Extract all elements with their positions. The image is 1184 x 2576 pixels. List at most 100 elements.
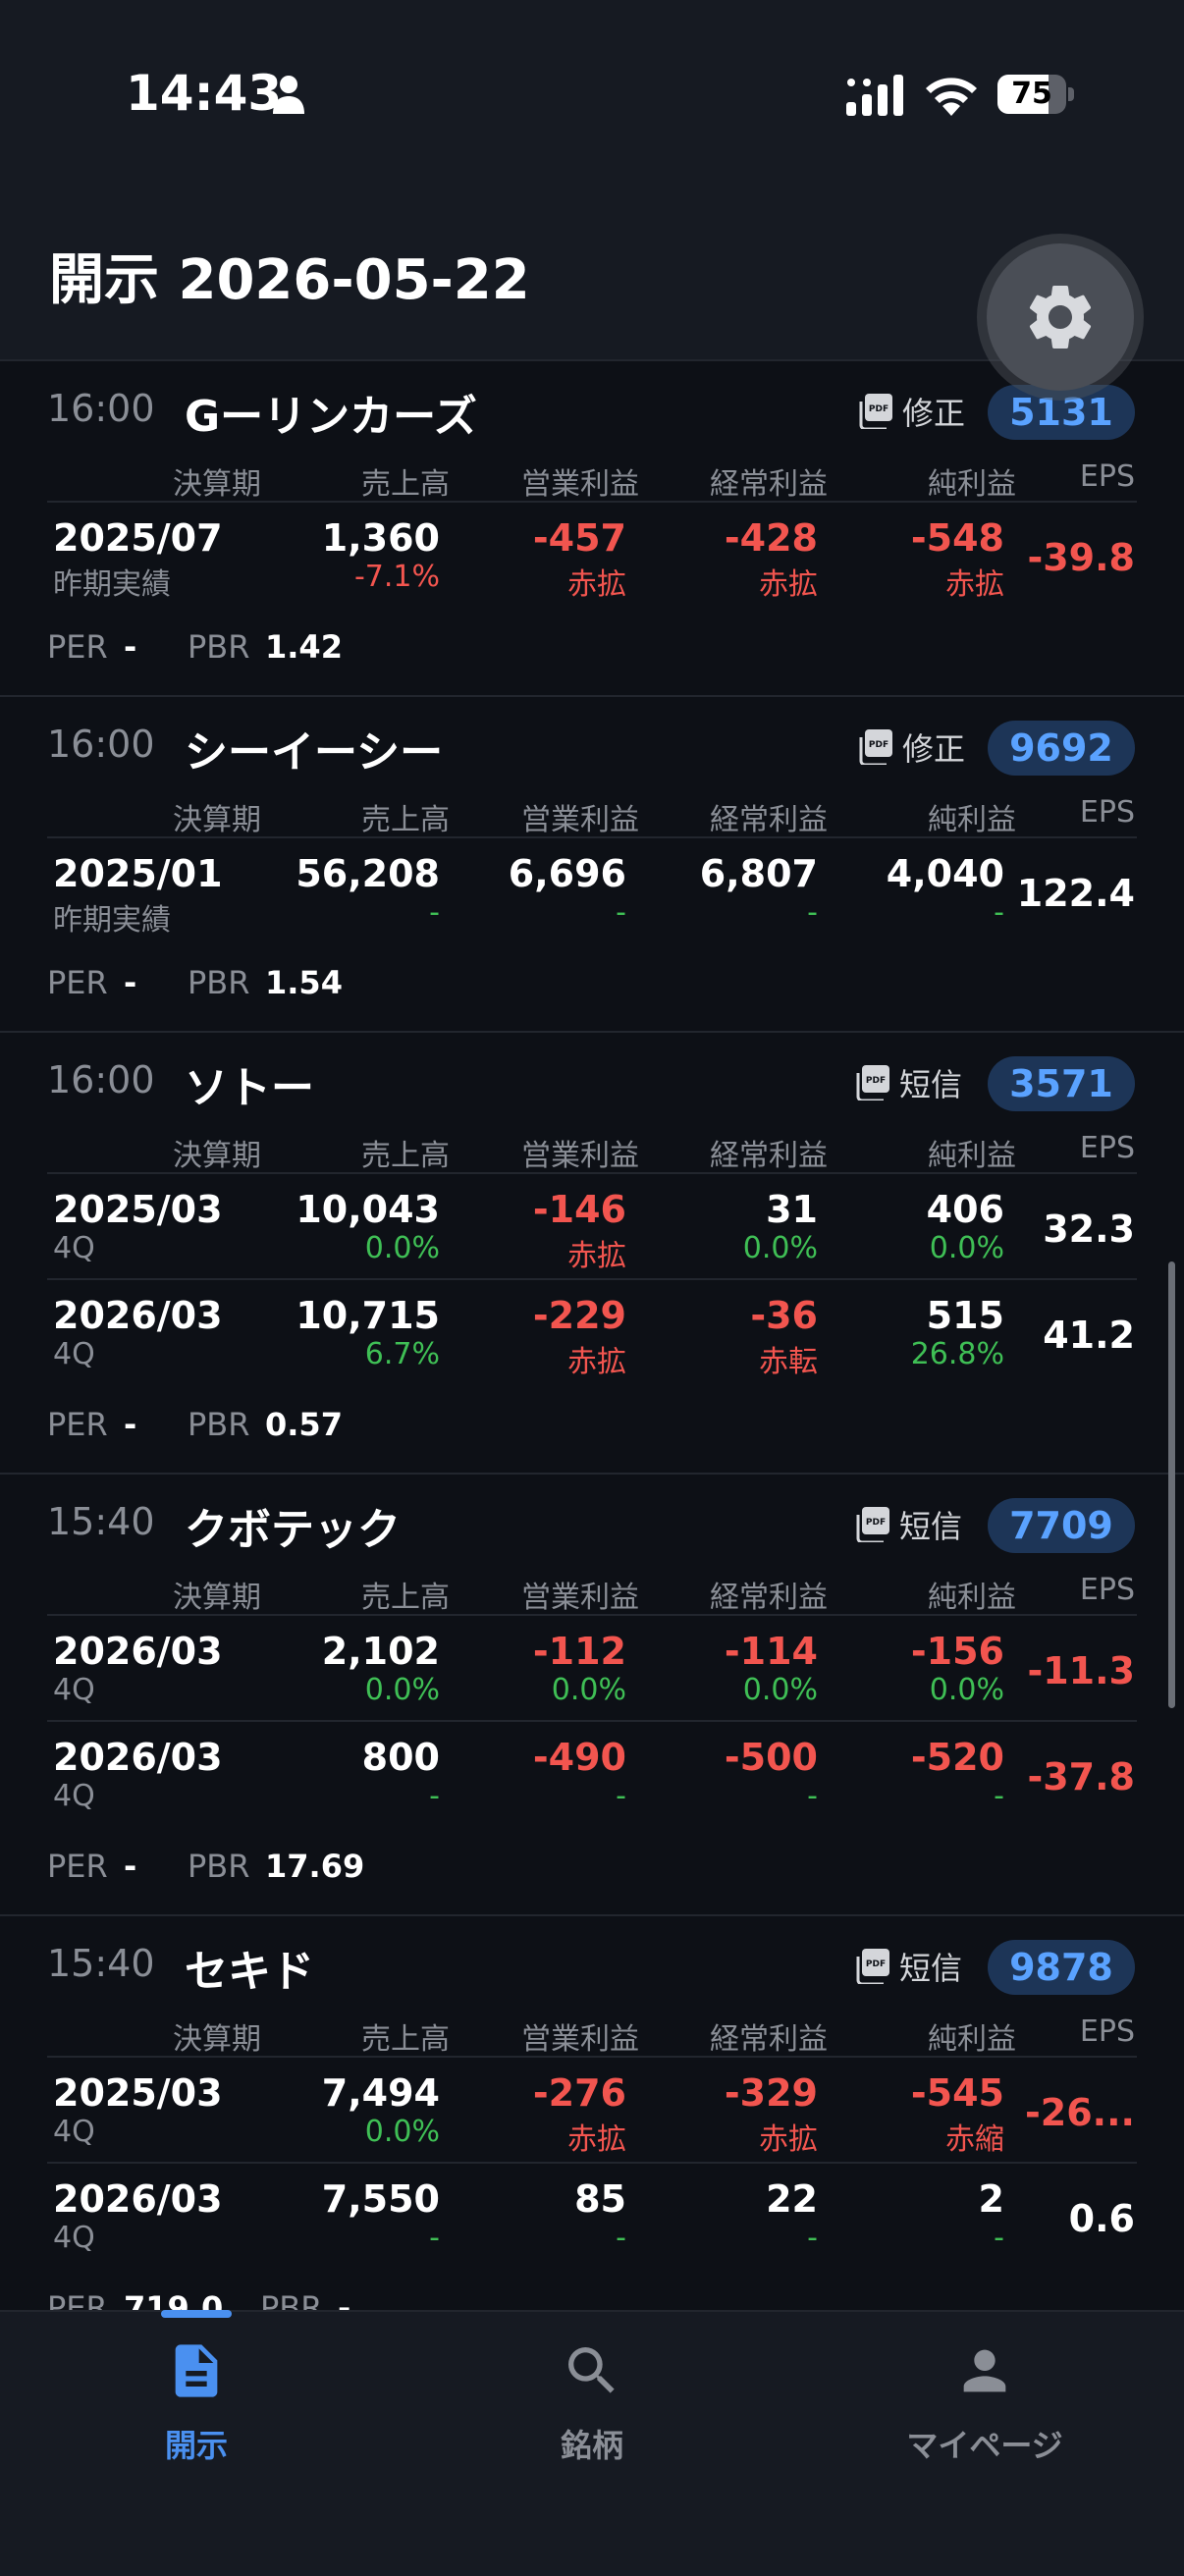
period-type: 4Q xyxy=(53,1337,95,1371)
sales-value: 7,550 xyxy=(321,2177,440,2221)
tab-mypage[interactable]: マイページ xyxy=(837,2336,1132,2464)
column-headers: 決算期 売上高 営業利益 経常利益 純利益 EPS xyxy=(47,795,1137,838)
disclosure-card[interactable]: 16:00 Gーリンカーズ PDF 修正 5131 決算期 売上高 営業利益 経常利益 純利益 EP… xyxy=(0,361,1184,697)
period-type: 4Q xyxy=(53,1231,95,1265)
period-type: 4Q xyxy=(53,2115,95,2149)
svg-text:PDF: PDF xyxy=(869,740,888,750)
net-value: 2 xyxy=(978,2177,1004,2221)
pdf-icon: PDF xyxy=(856,1507,889,1542)
column-header: 売上高 xyxy=(361,467,450,502)
net-change: - xyxy=(994,1779,1004,1813)
tab-stocks[interactable]: 銘柄 xyxy=(445,2336,739,2464)
company-name: ソトー xyxy=(185,1063,314,1113)
op-change: 0.0% xyxy=(551,1673,626,1707)
sales-value: 7,494 xyxy=(321,2071,440,2115)
document-link[interactable]: PDF 修正 xyxy=(859,389,965,434)
document-link[interactable]: PDF 短信 xyxy=(856,1944,962,1989)
svg-text:PDF: PDF xyxy=(866,1959,886,1969)
net-value: 515 xyxy=(926,1294,1004,1337)
person-icon xyxy=(963,2349,1006,2392)
card-header: 16:00 シーイーシー PDF 修正 9692 xyxy=(0,697,1184,795)
eps-value: 0.6 xyxy=(1068,2197,1135,2240)
tab-label: マイページ xyxy=(906,2427,1063,2464)
card-header: 15:40 セキド PDF 短信 9878 xyxy=(0,1916,1184,2014)
disclosure-card[interactable]: 15:40 セキド PDF 短信 9878 決算期 売上高 営業利益 経常利益 純利益 EPS 202… xyxy=(0,1916,1184,2310)
column-header: 経常利益 xyxy=(710,1581,828,1615)
financial-row: 2026/03 4Q 7,550-85-22-2-0.6 xyxy=(47,2164,1137,2268)
gear-icon xyxy=(1029,286,1092,349)
column-header: 売上高 xyxy=(361,2022,450,2057)
ord-change: - xyxy=(807,895,818,930)
document-link[interactable]: PDF 短信 xyxy=(856,1502,962,1547)
net-value: -548 xyxy=(910,516,1004,560)
valuation-metrics: PER 719.0 PBR - xyxy=(47,2268,1137,2310)
period-type: 4Q xyxy=(53,1673,95,1707)
op-change: - xyxy=(616,895,626,930)
per-value: - xyxy=(124,964,137,1001)
ord-change: 赤拡 xyxy=(759,2122,818,2157)
ord-change: 赤拡 xyxy=(759,567,818,602)
search-icon xyxy=(568,2347,615,2393)
valuation-metrics: PER - PBR 17.69 xyxy=(47,1826,1137,1914)
fiscal-period: 2026/03 xyxy=(53,1630,223,1673)
financial-row: 2025/01 昨期実績 56,208-6,696-6,807-4,040-122.… xyxy=(47,838,1137,942)
stock-code-badge[interactable]: 7709 xyxy=(988,1498,1135,1553)
stock-code-badge[interactable]: 5131 xyxy=(988,385,1135,440)
disclosure-list[interactable]: 16:00 Gーリンカーズ PDF 修正 5131 決算期 売上高 営業利益 経常利益 純利益 EP… xyxy=(0,361,1184,2310)
financial-row: 2025/03 4Q 7,494 0.0% -276 赤拡 -329 赤拡 -545 赤縮 -26.… xyxy=(47,2058,1137,2164)
sales-change: - xyxy=(429,895,440,930)
stock-code-badge[interactable]: 3571 xyxy=(988,1056,1135,1111)
per-label: PER xyxy=(47,1848,108,1885)
document-link[interactable]: PDF 短信 xyxy=(856,1060,962,1105)
ord-value: 6,807 xyxy=(699,852,818,895)
pbr-value: 1.42 xyxy=(265,628,343,666)
disclosure-card[interactable]: 16:00 ソトー PDF 短信 3571 決算期 売上高 営業利益 経常利益 純利益 EPS 202… xyxy=(0,1033,1184,1475)
disclosure-time: 16:00 xyxy=(47,1058,155,1101)
ord-change: - xyxy=(807,2221,818,2255)
op-value: -276 xyxy=(532,2071,626,2115)
column-header: 決算期 xyxy=(173,803,261,837)
pbr-label: PBR xyxy=(188,1406,250,1443)
stock-code-badge[interactable]: 9692 xyxy=(988,721,1135,776)
stock-code-badge[interactable]: 9878 xyxy=(988,1940,1135,1995)
document-link[interactable]: PDF 修正 xyxy=(859,724,965,770)
eps-value: -39.8 xyxy=(1027,536,1135,579)
financial-row: 2026/03 4Q 800- -490- -500- -520- -37.8 xyxy=(47,1722,1137,1826)
person-icon xyxy=(273,76,304,114)
tab-disclosure[interactable]: 開示 xyxy=(49,2336,344,2464)
scrollbar[interactable] xyxy=(1168,1261,1175,1708)
period-type: 昨期実績 xyxy=(53,903,171,938)
financial-row: 2025/07 昨期実績 1,360 -7.1% -457 赤拡 -428 赤拡 -548 赤拡 -… xyxy=(47,503,1137,607)
ord-value: -114 xyxy=(724,1630,818,1673)
column-header: EPS xyxy=(1079,1573,1135,1607)
column-header: 経常利益 xyxy=(710,803,828,837)
eps-value: 41.2 xyxy=(1043,1314,1135,1357)
column-header: 決算期 xyxy=(173,2022,261,2057)
settings-button[interactable] xyxy=(987,243,1134,391)
active-tab-indicator xyxy=(161,2310,232,2318)
valuation-metrics: PER - PBR 0.57 xyxy=(47,1384,1137,1473)
fiscal-period: 2025/07 xyxy=(53,516,223,560)
financial-row: 2025/03 4Q 10,043 0.0% -146 赤拡 31 0.0% 406 0.0% 32… xyxy=(47,1174,1137,1280)
op-change: 赤拡 xyxy=(567,2122,626,2157)
net-value: -156 xyxy=(910,1630,1004,1673)
column-header: 経常利益 xyxy=(710,2022,828,2057)
per-value: - xyxy=(124,628,137,666)
net-value: -545 xyxy=(910,2071,1004,2115)
ord-value: -428 xyxy=(724,516,818,560)
eps-value: -26... xyxy=(1025,2091,1135,2134)
document-type: 短信 xyxy=(899,1950,963,1987)
net-value: 4,040 xyxy=(886,852,1004,895)
disclosure-card[interactable]: 16:00 シーイーシー PDF 修正 9692 決算期 売上高 営業利益 経常利益 純利益 EPS… xyxy=(0,697,1184,1033)
per-label: PER xyxy=(47,2289,108,2310)
op-value: -112 xyxy=(532,1630,626,1673)
sales-value: 10,043 xyxy=(296,1188,440,1231)
op-change: 赤拡 xyxy=(567,1345,626,1379)
signal-icon xyxy=(846,75,903,116)
eps-value: 32.3 xyxy=(1043,1208,1135,1251)
column-header: 経常利益 xyxy=(710,1139,828,1173)
pbr-label: PBR xyxy=(260,2289,323,2310)
column-header: EPS xyxy=(1079,1131,1135,1165)
disclosure-card[interactable]: 15:40 クボテック PDF 短信 7709 決算期 売上高 営業利益 経常利益 純利益 EPS 2… xyxy=(0,1475,1184,1916)
op-value: -229 xyxy=(532,1294,626,1337)
